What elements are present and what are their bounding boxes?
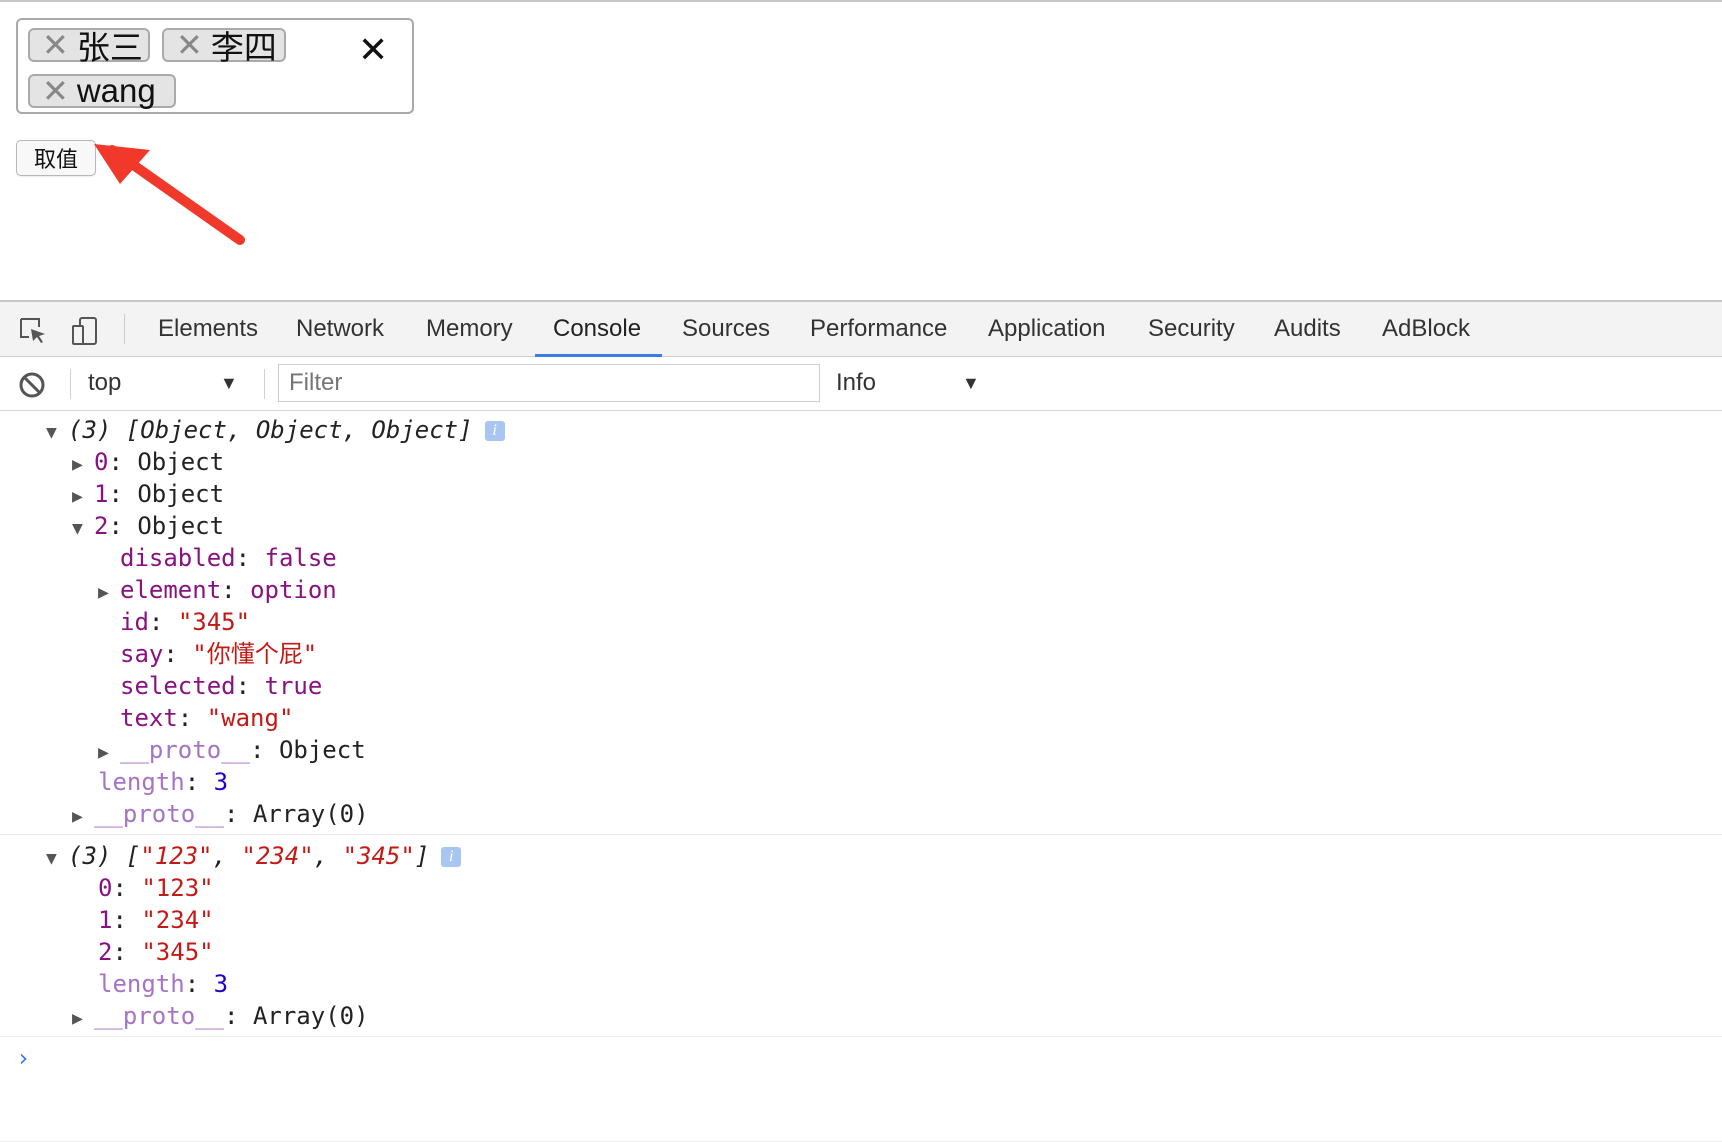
- expanded-triangle-icon[interactable]: ▼: [46, 417, 68, 449]
- console-output: ▼ (3) [Object, Object, Object] i ▶ 0: Objec…: [0, 411, 1722, 1142]
- console-message-2-summary[interactable]: ▼ (3) ["123", "234", "345"] i: [46, 840, 462, 875]
- console-prompt[interactable]: ›: [16, 1042, 30, 1074]
- multi-select-box[interactable]: ✕ 张三 ✕ 李四 ✕ wang ✕: [16, 18, 414, 114]
- remove-tag-icon[interactable]: ✕: [42, 29, 69, 61]
- console-tree-row[interactable]: ▼ 2: Object: [72, 510, 224, 542]
- level-dropdown-icon[interactable]: ▼: [962, 373, 980, 394]
- selected-tag-lisi: ✕ 李四: [162, 28, 286, 66]
- console-proto-row[interactable]: ▶ __proto__: Array(0): [72, 1000, 369, 1032]
- console-prop-row: selected: true: [120, 672, 323, 700]
- collapsed-triangle-icon[interactable]: ▶: [72, 449, 94, 481]
- red-arrow-annotation: [94, 144, 245, 245]
- tab-performance[interactable]: Performance: [810, 302, 947, 356]
- page-top-border: [0, 0, 1722, 2]
- execution-context-select[interactable]: top: [88, 369, 121, 397]
- console-prop-row: say: "你懂个屁": [120, 640, 318, 668]
- tab-console[interactable]: Console: [553, 302, 641, 356]
- message-separator: [0, 1036, 1722, 1037]
- toolbar-separator: [264, 369, 265, 399]
- collapsed-triangle-icon[interactable]: ▶: [72, 1003, 94, 1035]
- tab-adblock[interactable]: AdBlock: [1382, 302, 1470, 356]
- get-value-button[interactable]: 取值: [16, 140, 96, 176]
- devtools-tabbar: Elements Network Memory Console Sources …: [0, 302, 1722, 357]
- remove-tag-icon[interactable]: ✕: [176, 29, 203, 61]
- devtools-panel: Elements Network Memory Console Sources …: [0, 300, 1722, 1142]
- tag-label: wang: [76, 72, 156, 109]
- tab-elements[interactable]: Elements: [158, 302, 258, 356]
- tabbar-separator: [124, 314, 125, 344]
- log-level-select[interactable]: Info: [836, 369, 876, 397]
- info-icon[interactable]: i: [484, 421, 505, 441]
- clear-all-icon[interactable]: ✕: [358, 32, 388, 68]
- tab-memory[interactable]: Memory: [426, 302, 513, 356]
- console-toolbar: top ▼ Info ▼: [0, 357, 1722, 411]
- console-prop-row: text: "wang": [120, 704, 294, 732]
- console-prop-row[interactable]: ▶ __proto__: Object: [98, 734, 366, 766]
- inspect-element-icon[interactable]: [18, 316, 48, 346]
- console-prop-row: id: "345": [120, 608, 251, 636]
- selected-tag-wang: ✕ wang: [28, 72, 176, 109]
- console-tree-row: 0: "123": [98, 874, 214, 902]
- console-tree-row: 2: "345": [98, 938, 214, 966]
- context-dropdown-icon[interactable]: ▼: [220, 373, 238, 394]
- message-separator: [0, 834, 1722, 835]
- expanded-triangle-icon[interactable]: ▼: [46, 843, 68, 875]
- prompt-chevron-icon: ›: [16, 1044, 31, 1072]
- tab-security[interactable]: Security: [1148, 302, 1235, 356]
- remove-tag-icon[interactable]: ✕: [42, 75, 69, 107]
- info-icon[interactable]: i: [441, 847, 462, 867]
- device-toolbar-icon[interactable]: [70, 316, 100, 346]
- expanded-triangle-icon[interactable]: ▼: [72, 513, 94, 545]
- tab-sources[interactable]: Sources: [682, 302, 770, 356]
- console-length-row: length: 3: [98, 768, 229, 796]
- console-proto-row[interactable]: ▶ __proto__: Array(0): [72, 798, 369, 830]
- selected-tag-zhangsan: ✕ 张三: [28, 28, 150, 66]
- console-prop-row: disabled: false: [120, 544, 337, 572]
- tag-label: 张三: [76, 29, 143, 66]
- collapsed-triangle-icon[interactable]: ▶: [98, 577, 120, 609]
- toolbar-separator: [70, 369, 71, 399]
- console-message-1-summary[interactable]: ▼ (3) [Object, Object, Object] i: [46, 414, 505, 446]
- tab-audits[interactable]: Audits: [1274, 302, 1341, 356]
- tab-application[interactable]: Application: [988, 302, 1105, 356]
- clear-console-icon[interactable]: [18, 371, 46, 399]
- filter-input[interactable]: [278, 364, 820, 402]
- tab-network[interactable]: Network: [296, 302, 384, 356]
- console-tree-row[interactable]: ▶ 1: Object: [72, 478, 224, 510]
- collapsed-triangle-icon[interactable]: ▶: [98, 737, 120, 769]
- console-tree-row[interactable]: ▶ 0: Object: [72, 446, 224, 478]
- collapsed-triangle-icon[interactable]: ▶: [72, 481, 94, 513]
- console-length-row: length: 3: [98, 970, 229, 998]
- console-tree-row: 1: "234": [98, 906, 214, 934]
- collapsed-triangle-icon[interactable]: ▶: [72, 801, 94, 833]
- tag-label: 李四: [210, 29, 277, 66]
- console-prop-row[interactable]: ▶ element: option: [98, 574, 337, 606]
